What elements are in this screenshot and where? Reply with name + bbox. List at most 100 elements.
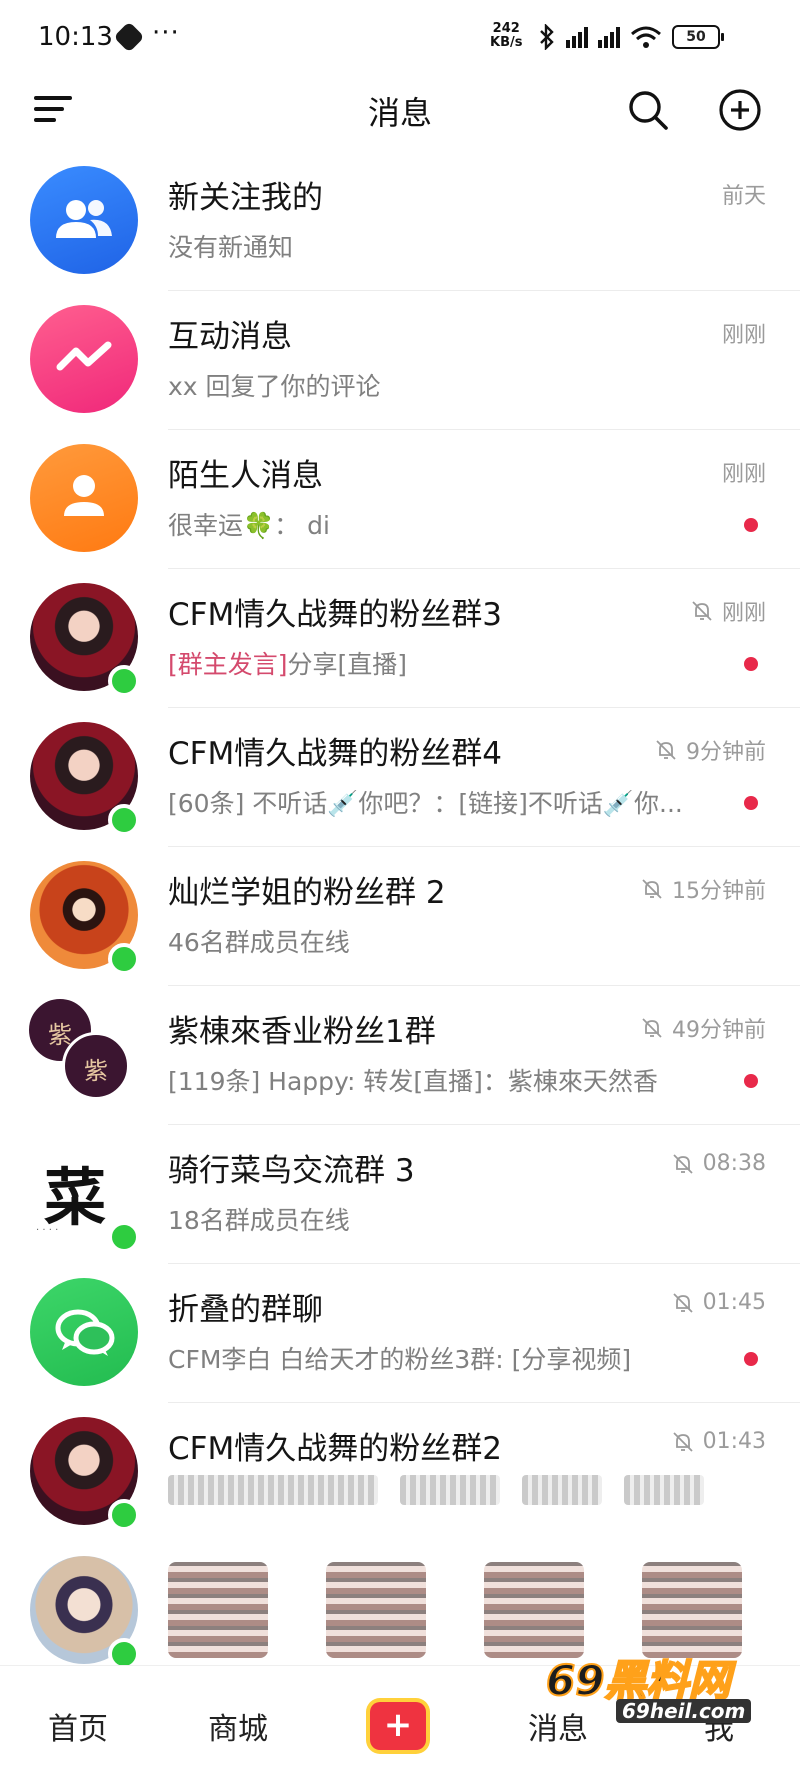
conversation-preview: [60条] 不听话💉你吧？：[链接]不听话💉你... [168,789,683,818]
top-bar: 消息 [0,72,800,148]
conversation-row[interactable]: 折叠的群聊 CFM李白 白给天才的粉丝3群: [分享视频] 01:45 [0,1264,800,1403]
mute-bell-icon [672,1431,693,1452]
conversation-row[interactable]: CFM情久战舞的粉丝群2 01:43 [0,1403,800,1542]
online-badge [108,943,140,975]
time-label: 刚刚 [721,323,766,348]
conversation-preview: 18名群成员在线 [168,1206,350,1235]
conversation-time: 刚刚 [722,317,766,349]
group-avatar: 紫 紫 [26,996,142,1112]
online-badge [108,665,140,697]
logo-subtext-mark: · · · · [36,1225,59,1236]
logo-circle: 紫 [62,1032,130,1100]
conversation-time: 9分钟前 [654,734,766,766]
mute-bell-icon [672,1292,693,1313]
logo-text: 紫 [84,1057,108,1085]
unread-dot [744,518,758,532]
online-badge [108,804,140,836]
time-label: 前天 [721,184,766,209]
conversation-preview: xx 回复了你的评论 [168,372,381,401]
conversation-preview: 很幸运🍀： di [168,511,330,540]
mute-bell-icon [642,1018,662,1038]
conversation-time: 刚刚 [690,595,766,627]
unread-dot [744,796,758,810]
people-icon [30,166,138,274]
watermark-url: 69heil.com [616,1699,752,1723]
conversation-title: 陌生人消息 [168,458,323,494]
conversation-title: 新关注我的 [168,180,323,216]
conversation-title: CFM情久战舞的粉丝群2 [168,1431,502,1467]
conversation-title: CFM情久战舞的粉丝群4 [168,736,502,772]
conversation-time: 01:43 [671,1429,766,1454]
conversation-row[interactable]: CFM情久战舞的粉丝群4 [60条] 不听话💉你吧？：[链接]不听话💉你... … [0,708,800,847]
nav-add-button[interactable]: + [370,1702,426,1750]
online-badge [108,1221,140,1253]
online-badge [108,1499,140,1531]
conversation-title: 骑行菜鸟交流群 3 [168,1153,415,1189]
conversation-time: 49分钟前 [640,1012,766,1044]
obscured-preview [168,1475,728,1509]
page-title: 消息 [367,94,432,132]
conversation-title: 折叠的群聊 [168,1292,323,1328]
app-notification-icon [113,21,145,53]
search-icon[interactable] [626,88,670,132]
time-label: 15分钟前 [672,879,766,904]
conversation-row[interactable]: 菜 · · · · 骑行菜鸟交流群 3 18名群成员在线 08:38 [0,1125,800,1264]
nav-mall[interactable]: 商城 [208,1704,268,1748]
net-speed-value: 242 [492,21,520,36]
conversation-time: 刚刚 [722,456,766,488]
mute-bell-icon [672,1153,693,1174]
conversation-row[interactable]: CFM情久战舞的粉丝群3 [群主发言]分享[直播] 刚刚 [0,569,800,708]
conversation-title: 互动消息 [168,319,292,355]
owner-message-tag: [群主发言] [168,650,288,679]
conversation-row[interactable]: 灿烂学姐的粉丝群 2 46名群成员在线 15分钟前 [0,847,800,986]
conversation-time: 前天 [722,178,766,210]
conversation-time: 01:45 [671,1290,766,1315]
conversation-preview: 没有新通知 [168,233,294,262]
add-icon[interactable] [718,88,762,132]
status-time: 10:13 [38,22,113,52]
conversation-preview: [119条] Happy: 转发[直播]：紫棟來天然香 [168,1067,658,1096]
mute-bell-icon [692,601,712,621]
watermark-logo: 69黑料网 69heil.com [540,1645,790,1737]
conversation-title: 紫棟來香业粉丝1群 [168,1014,436,1050]
chat-bubbles-icon [30,1278,138,1386]
more-notifications-icon: ··· [152,18,180,48]
conversation-preview: CFM李白 白给天才的粉丝3群: [分享视频] [168,1345,632,1374]
conversation-list: 新关注我的 没有新通知 前天 互动消息 xx 回复了你的评论 刚刚 陌生人消息 … [0,152,800,1681]
time-label: 01:43 [702,1429,766,1454]
conversation-row[interactable]: 紫 紫 紫棟來香业粉丝1群 [119条] Happy: 转发[直播]：紫棟來天然… [0,986,800,1125]
status-bar: 10:13 ··· 242 KB/s 50 [0,0,800,72]
time-label: 08:38 [702,1151,766,1176]
time-label: 01:45 [702,1290,766,1315]
conversation-time: 15分钟前 [640,873,766,905]
time-label: 49分钟前 [672,1018,766,1043]
time-label: 9分钟前 [686,740,766,765]
conversation-row[interactable]: 陌生人消息 很幸运🍀： di 刚刚 [0,430,800,569]
conversation-row[interactable]: 互动消息 xx 回复了你的评论 刚刚 [0,291,800,430]
preview-text: 分享[直播] [287,650,408,679]
conversation-preview: 46名群成员在线 [168,928,350,957]
net-speed-unit: KB/s [490,35,523,50]
net-speed: 242 KB/s [490,22,522,50]
time-label: 刚刚 [721,601,766,626]
mute-bell-icon [656,740,676,760]
conversation-time: 08:38 [671,1151,766,1176]
conversation-preview: [群主发言]分享[直播] [168,645,407,681]
unread-dot [744,657,758,671]
conversation-title: 灿烂学姐的粉丝群 2 [168,875,446,911]
unread-dot [744,1352,758,1366]
wifi-icon [631,26,661,48]
conversation-row[interactable]: 新关注我的 没有新通知 前天 [0,152,800,291]
zigzag-icon [30,305,138,413]
bluetooth-icon [540,24,554,50]
unread-dot [744,1074,758,1088]
status-icons: 50 [538,22,724,52]
signal-icon-1 [566,26,588,48]
mute-bell-icon [642,879,662,899]
time-label: 刚刚 [721,462,766,487]
logo-text: 菜 [44,1161,107,1234]
signal-icon-2 [598,26,620,48]
nav-home[interactable]: 首页 [48,1704,108,1748]
person-icon [30,444,138,552]
battery-icon: 50 [672,25,724,49]
